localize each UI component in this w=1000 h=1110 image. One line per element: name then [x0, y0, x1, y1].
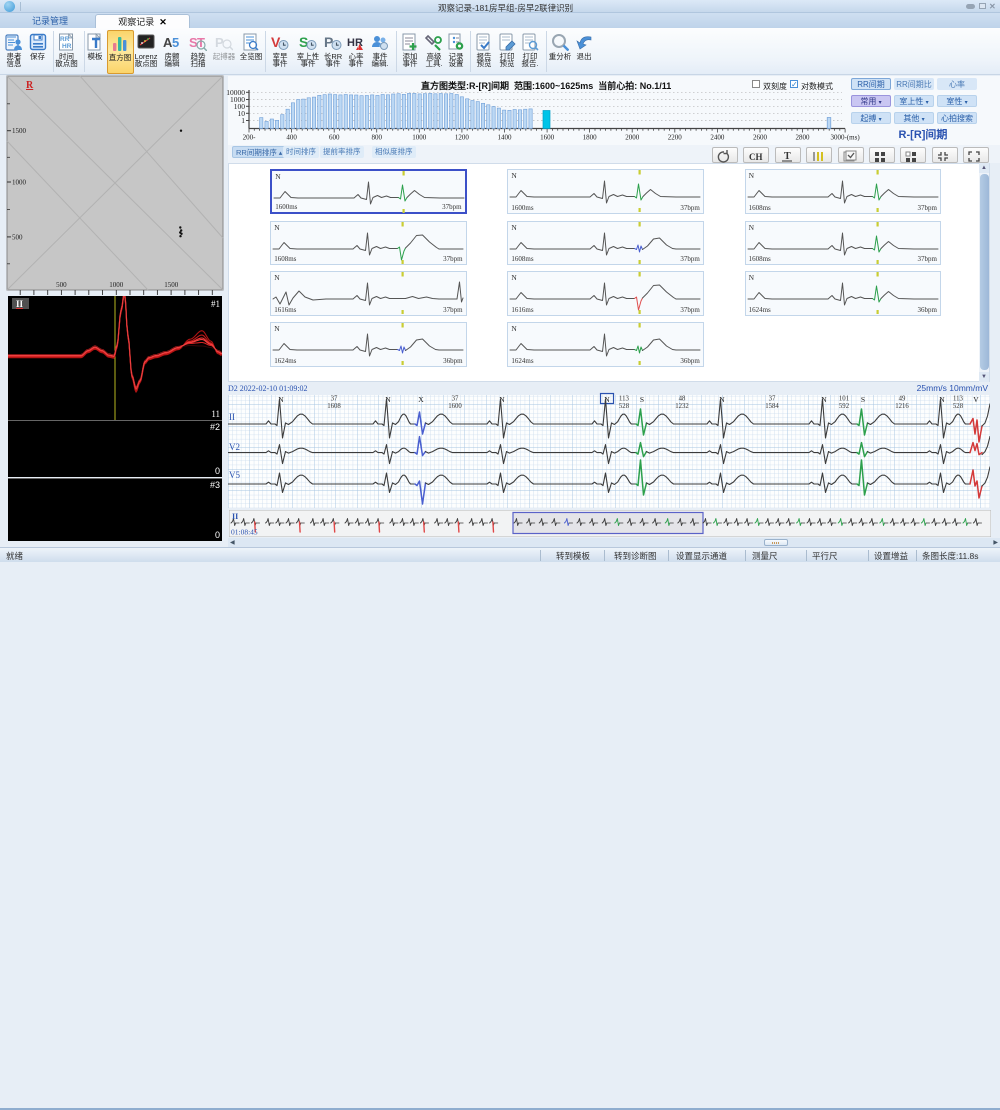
svg-text:S: S [299, 34, 308, 50]
svg-text:200-: 200- [243, 134, 257, 142]
svg-text:R: R [26, 80, 34, 91]
svg-text:2400: 2400 [710, 134, 725, 142]
svg-text:113: 113 [619, 396, 630, 403]
svg-text:48: 48 [679, 396, 686, 403]
svg-text:1000: 1000 [109, 281, 124, 289]
svg-text:528: 528 [953, 403, 964, 410]
svg-text:113: 113 [953, 396, 964, 403]
svg-text:RR: RR [60, 36, 70, 43]
svg-text:1000: 1000 [12, 179, 27, 187]
svg-text:V5: V5 [229, 470, 240, 480]
svg-text:II: II [16, 299, 24, 309]
svg-text:1500: 1500 [164, 281, 179, 289]
svg-text:V: V [973, 395, 979, 404]
svg-text:HR: HR [62, 43, 72, 50]
svg-text:1000: 1000 [412, 134, 427, 142]
svg-text:800: 800 [371, 134, 382, 142]
svg-text:2800: 2800 [796, 134, 811, 142]
svg-text:1400: 1400 [498, 134, 513, 142]
svg-text:II: II [232, 512, 238, 521]
svg-text:1608: 1608 [327, 403, 341, 410]
svg-text:2600: 2600 [753, 134, 768, 142]
svg-text:1232: 1232 [675, 403, 689, 410]
svg-text:11: 11 [211, 409, 220, 419]
svg-text:600: 600 [329, 134, 340, 142]
svg-text:2200: 2200 [668, 134, 683, 142]
svg-text:1800: 1800 [583, 134, 598, 142]
svg-text:25mm/s 10mm/mV: 25mm/s 10mm/mV [917, 383, 989, 393]
svg-text:592: 592 [839, 403, 850, 410]
svg-text:5: 5 [172, 35, 179, 50]
svg-text:1600: 1600 [448, 403, 462, 410]
svg-text:528: 528 [619, 403, 630, 410]
svg-text:500: 500 [12, 233, 23, 241]
svg-text:1216: 1216 [895, 403, 909, 410]
svg-text:#1: #1 [211, 299, 220, 309]
svg-text:1200: 1200 [455, 134, 470, 142]
svg-text:2000: 2000 [625, 134, 640, 142]
svg-text:II: II [229, 412, 235, 422]
svg-text:37: 37 [331, 396, 338, 403]
svg-text:1500: 1500 [12, 127, 27, 135]
svg-text:S: S [640, 395, 644, 404]
svg-text:S: S [861, 395, 865, 404]
svg-text:1: 1 [241, 116, 245, 125]
svg-text:37: 37 [769, 396, 776, 403]
svg-text:V2: V2 [229, 442, 240, 452]
svg-text:3000-(ms): 3000-(ms) [831, 134, 861, 142]
svg-text:T: T [784, 151, 791, 162]
svg-text:D2 2022-02-10 01:09:02: D2 2022-02-10 01:09:02 [228, 384, 308, 393]
svg-text:X: X [418, 395, 424, 404]
svg-text:49: 49 [899, 396, 906, 403]
svg-text:500: 500 [56, 281, 67, 289]
svg-text:CH: CH [749, 152, 763, 162]
svg-text:400: 400 [286, 134, 297, 142]
svg-text:01:08:45: 01:08:45 [231, 528, 258, 537]
svg-text:P: P [324, 34, 333, 50]
svg-text:37: 37 [452, 396, 459, 403]
svg-text:1584: 1584 [765, 403, 779, 410]
svg-text:1600: 1600 [540, 134, 555, 142]
svg-text:P: P [215, 35, 224, 50]
svg-text:101: 101 [839, 396, 849, 403]
svg-text:!: ! [358, 46, 359, 52]
